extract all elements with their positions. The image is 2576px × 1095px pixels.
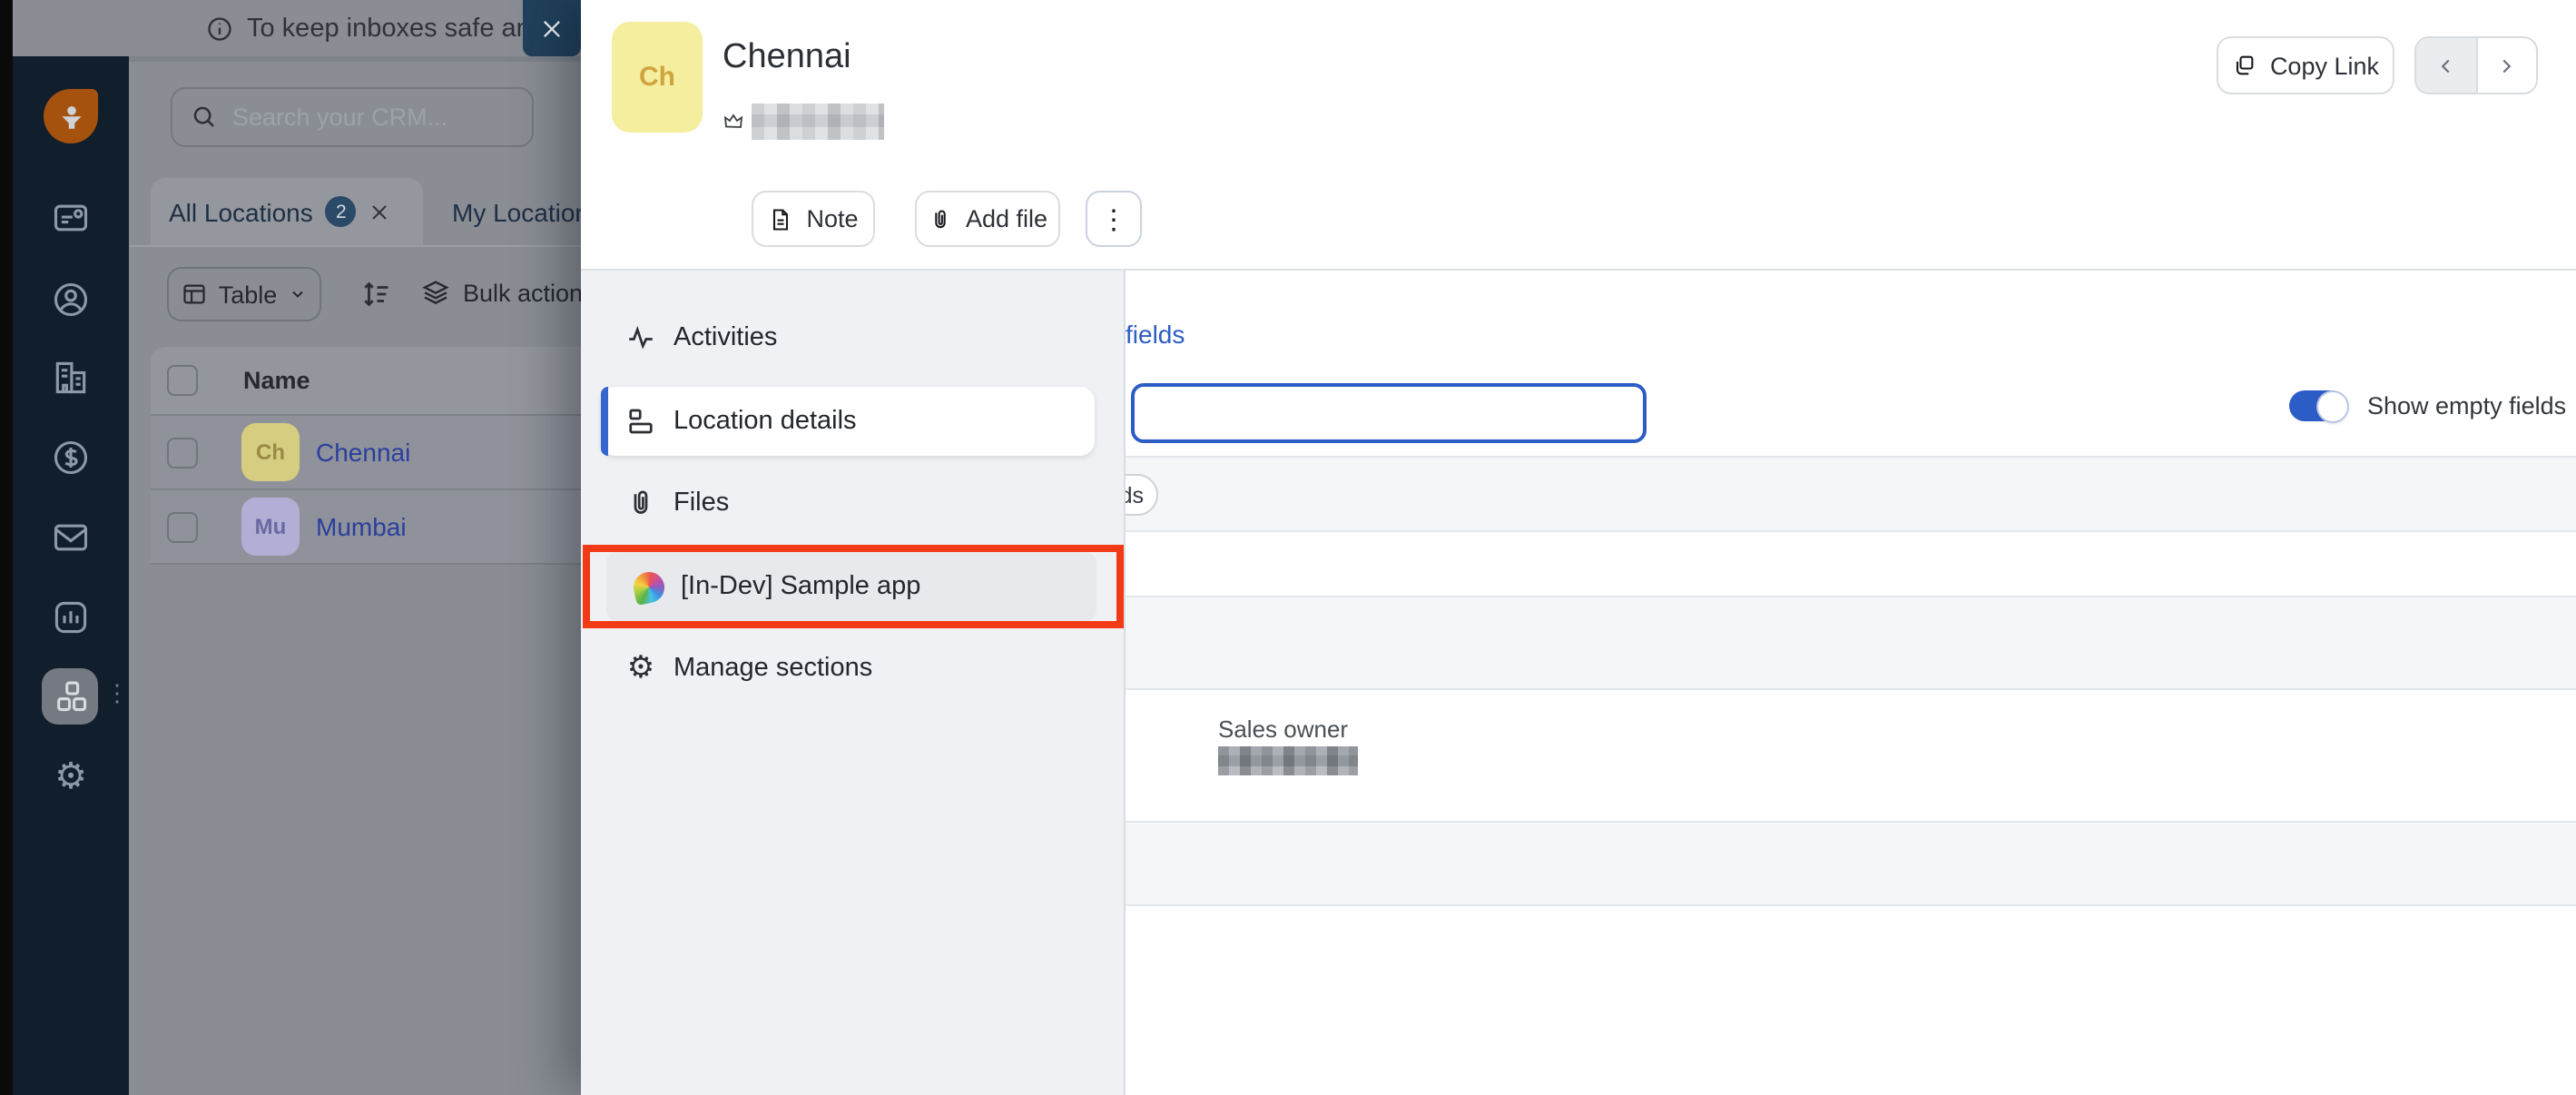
layout-icon — [623, 405, 659, 438]
tab-my-locations-label: My Location — [452, 197, 581, 226]
crm-search-input[interactable]: Search your CRM... — [171, 87, 534, 147]
search-icon — [191, 104, 218, 131]
layers-icon — [421, 278, 450, 307]
panel-close-button[interactable] — [523, 0, 581, 56]
row-checkbox[interactable] — [167, 511, 198, 542]
tab-my-locations[interactable]: My Location — [452, 178, 581, 245]
kanban-card-icon[interactable] — [13, 198, 129, 238]
copy-icon — [2232, 53, 2257, 78]
info-icon — [205, 14, 234, 43]
chevron-down-icon — [288, 285, 306, 303]
annotation-highlight-box — [583, 545, 1124, 628]
show-empty-fields-toggle[interactable] — [2289, 390, 2347, 421]
field-chip[interactable]: ds — [1126, 474, 1158, 516]
note-icon — [768, 206, 793, 232]
freshworks-logo-icon[interactable] — [13, 89, 129, 143]
activity-icon — [623, 321, 659, 354]
window-edge — [0, 0, 13, 1095]
section-band — [1126, 596, 2576, 690]
table-header-row: Name — [151, 347, 581, 414]
sales-owner-label: Sales owner — [1218, 715, 1348, 743]
redacted-owner-value — [752, 104, 884, 140]
location-link[interactable]: Mumbai — [316, 512, 407, 541]
location-link[interactable]: Chennai — [316, 438, 410, 467]
previous-record-button[interactable] — [2416, 38, 2477, 93]
next-record-button[interactable] — [2477, 38, 2536, 93]
close-icon — [539, 15, 565, 41]
menu-item-label: Location details — [673, 407, 857, 436]
copy-link-label: Copy Link — [2270, 52, 2379, 79]
active-indicator-bar — [601, 387, 608, 456]
add-file-button[interactable]: Add file — [915, 191, 1060, 247]
table-row[interactable]: Ch Chennai — [151, 414, 581, 488]
crown-icon — [723, 111, 744, 133]
note-button-label: Note — [806, 205, 858, 232]
field-search-input[interactable] — [1131, 383, 1647, 443]
tab-close-icon[interactable] — [369, 201, 391, 222]
menu-item-files[interactable]: Files — [581, 469, 1126, 538]
email-icon[interactable] — [13, 518, 129, 557]
note-button[interactable]: Note — [752, 191, 875, 247]
fields-link[interactable]: fields — [1126, 320, 1185, 349]
sort-order-icon[interactable] — [359, 278, 392, 311]
view-selector-button[interactable]: Table — [167, 267, 321, 321]
record-pager — [2414, 36, 2538, 94]
redacted-sales-owner-value — [1218, 746, 1358, 775]
sidebar-kebab-icon[interactable]: ⋮ — [105, 681, 129, 705]
contacts-icon[interactable] — [13, 280, 129, 320]
avatar: Ch — [241, 423, 300, 481]
paperclip-icon — [928, 206, 953, 232]
row-checkbox[interactable] — [167, 437, 198, 468]
record-details-content: fields Show empty fields ds Sales owner — [1126, 271, 2576, 1095]
tab-count-badge: 2 — [326, 196, 357, 227]
bulk-actions-label: Bulk actions — [463, 279, 581, 306]
toggle-knob — [2317, 391, 2346, 420]
locations-list-page: Search your CRM... All Locations 2 My Lo… — [129, 56, 581, 1095]
menu-item-activities[interactable]: Activities — [581, 303, 1126, 372]
tab-divider — [129, 245, 581, 247]
more-actions-button[interactable]: ⋮ — [1086, 191, 1142, 247]
menu-item-manage-sections[interactable]: ⚙ Manage sections — [581, 634, 1126, 703]
table-row[interactable]: Mu Mumbai — [151, 488, 581, 565]
tab-all-locations-label: All Locations — [169, 197, 313, 226]
paperclip-icon — [623, 487, 659, 519]
record-detail-panel: Ch Chennai Note Add file ⋮ Copy Link — [581, 0, 2576, 1095]
copy-link-button[interactable]: Copy Link — [2217, 36, 2394, 94]
show-empty-fields-row: Show empty fields — [2289, 390, 2566, 421]
menu-item-location-details[interactable]: Location details — [601, 387, 1095, 456]
view-selector-label: Table — [219, 281, 278, 308]
show-empty-fields-label: Show empty fields — [2367, 392, 2566, 419]
section-band: ds — [1126, 456, 2576, 532]
app-sidebar: ⋮ ⚙ — [13, 56, 129, 1095]
gear-icon: ⚙ — [623, 653, 659, 684]
tab-all-locations[interactable]: All Locations 2 — [151, 178, 423, 245]
banner-message: To keep inboxes safe an — [247, 14, 531, 43]
deals-icon[interactable] — [13, 438, 129, 478]
chevron-right-icon — [2495, 54, 2519, 77]
table-view-icon — [182, 281, 208, 307]
section-band — [1126, 821, 2576, 906]
record-avatar: Ch — [612, 22, 703, 133]
chevron-left-icon — [2434, 54, 2458, 77]
column-header-name: Name — [243, 367, 310, 394]
locations-table: Name Ch Chennai Mu Mumbai — [151, 347, 581, 565]
avatar: Mu — [241, 498, 300, 556]
kebab-icon: ⋮ — [1100, 202, 1127, 235]
settings-gear-icon[interactable]: ⚙ — [13, 757, 129, 794]
record-owner-row — [723, 104, 884, 140]
field-chip-label: ds — [1126, 482, 1144, 508]
record-title: Chennai — [723, 38, 851, 78]
section-menu: Activities Location details Files [In-De… — [581, 271, 1126, 1095]
menu-item-label: Files — [673, 488, 729, 518]
accounts-icon[interactable] — [13, 358, 129, 398]
bulk-actions-button[interactable]: Bulk actions — [421, 278, 581, 307]
add-file-button-label: Add file — [966, 205, 1047, 232]
select-all-checkbox[interactable] — [167, 365, 198, 396]
analytics-icon[interactable] — [13, 597, 129, 637]
menu-item-label: Activities — [673, 323, 777, 352]
menu-item-label: Manage sections — [673, 654, 872, 683]
search-placeholder: Search your CRM... — [232, 104, 447, 131]
